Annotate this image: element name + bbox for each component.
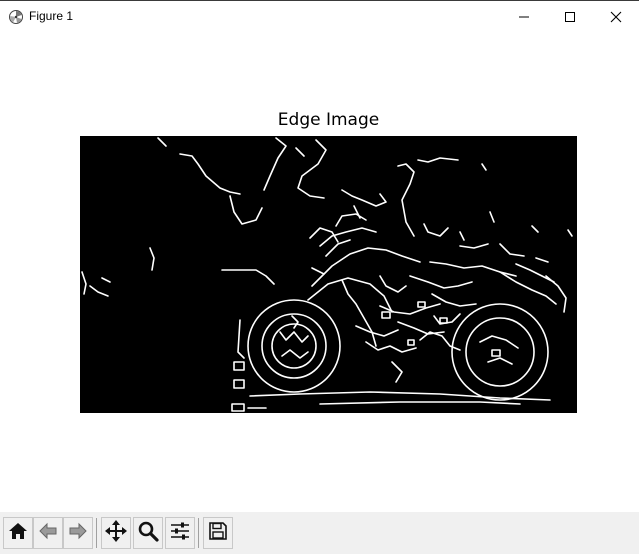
maximize-icon — [564, 11, 576, 23]
maximize-button[interactable] — [547, 1, 593, 33]
edge-image — [80, 136, 577, 413]
home-button[interactable] — [3, 517, 33, 549]
zoom-icon — [137, 520, 159, 546]
close-icon — [610, 11, 622, 23]
minimize-button[interactable] — [501, 1, 547, 33]
toolbar-separator — [198, 518, 199, 548]
close-button[interactable] — [593, 1, 639, 33]
home-icon — [7, 520, 29, 546]
save-button[interactable] — [203, 517, 233, 549]
move-icon — [104, 519, 128, 547]
toolbar-separator — [96, 518, 97, 548]
zoom-button[interactable] — [133, 517, 163, 549]
configure-subplots-button[interactable] — [165, 517, 195, 549]
figure-canvas[interactable]: Edge Image — [0, 32, 639, 512]
window-titlebar: Figure 1 — [0, 0, 639, 32]
navigation-toolbar — [0, 512, 639, 554]
sliders-icon — [169, 520, 191, 546]
pan-button[interactable] — [101, 517, 131, 549]
forward-button[interactable] — [63, 517, 93, 549]
matplotlib-figure-icon — [8, 9, 24, 25]
plot-title: Edge Image — [277, 110, 380, 130]
window-title: Figure 1 — [29, 9, 74, 23]
minimize-icon — [518, 11, 530, 23]
back-arrow-icon — [37, 520, 59, 546]
back-button[interactable] — [33, 517, 63, 549]
forward-arrow-icon — [67, 520, 89, 546]
save-icon — [207, 520, 229, 546]
edge-image-drawing — [81, 137, 573, 412]
